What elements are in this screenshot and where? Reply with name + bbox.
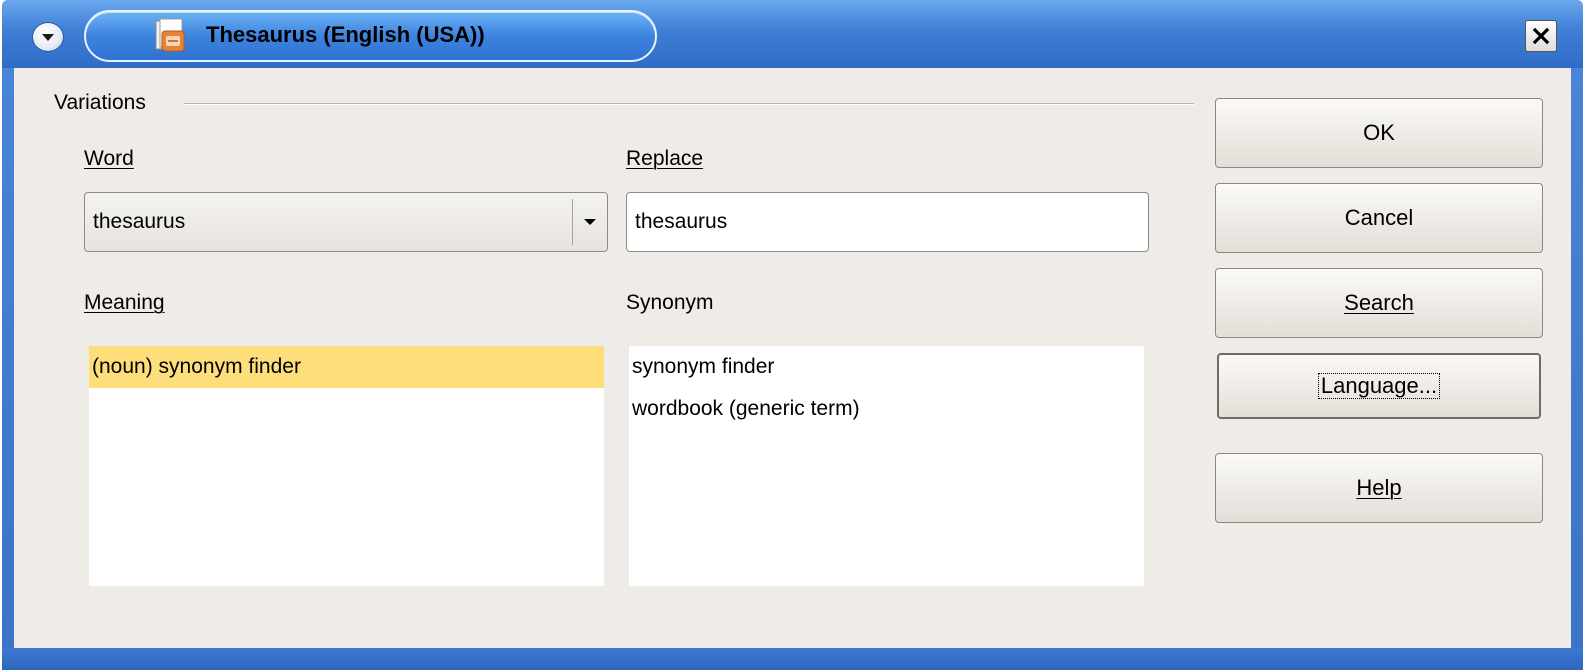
dropdown-arrow-icon <box>584 219 596 225</box>
replace-value: thesaurus <box>635 210 728 233</box>
synonym-label: Synonym <box>626 291 714 314</box>
meaning-label: Meaning <box>84 291 165 314</box>
synonym-list-item[interactable]: synonym finder <box>629 346 1144 388</box>
word-label: Word <box>84 147 134 170</box>
window-title: Thesaurus (English (USA)) <box>206 22 485 47</box>
synonym-list-item[interactable]: wordbook (generic term) <box>629 388 1144 430</box>
ok-button[interactable]: OK <box>1215 98 1543 168</box>
window-bottom-border <box>2 648 1583 670</box>
replace-label: Replace <box>626 147 704 170</box>
replace-input[interactable]: thesaurus <box>626 192 1149 252</box>
cancel-button-label: Cancel <box>1344 205 1414 230</box>
language-button-label: Language... <box>1317 373 1441 399</box>
search-button[interactable]: Search <box>1215 268 1543 338</box>
search-button-label: Search <box>1344 290 1414 315</box>
close-button[interactable] <box>1525 20 1557 52</box>
thesaurus-dialog: Thesaurus (English (USA)) Variations Wor… <box>2 0 1583 670</box>
title-bar[interactable]: Thesaurus (English (USA)) <box>2 0 1583 68</box>
help-button[interactable]: Help <box>1215 453 1543 523</box>
language-button[interactable]: Language... <box>1217 353 1541 419</box>
meaning-list[interactable]: (noun) synonym finder <box>89 346 604 586</box>
dialog-content: Variations Word Replace thesaurus thesau… <box>14 68 1571 648</box>
group-separator <box>184 103 1194 105</box>
cancel-button[interactable]: Cancel <box>1215 183 1543 253</box>
word-value: thesaurus <box>93 210 186 233</box>
help-button-label: Help <box>1356 475 1402 500</box>
word-combobox[interactable]: thesaurus <box>84 192 608 252</box>
synonym-list[interactable]: synonym finder wordbook (generic term) <box>629 346 1144 586</box>
chevron-down-icon <box>42 34 54 41</box>
variations-group-label: Variations <box>54 91 146 114</box>
window-menu-button[interactable] <box>32 22 64 52</box>
ok-button-label: OK <box>1363 120 1395 145</box>
close-icon <box>1532 27 1550 45</box>
word-dropdown-button[interactable] <box>573 193 607 251</box>
thesaurus-app-icon <box>155 18 185 52</box>
meaning-list-item[interactable]: (noun) synonym finder <box>89 346 604 388</box>
